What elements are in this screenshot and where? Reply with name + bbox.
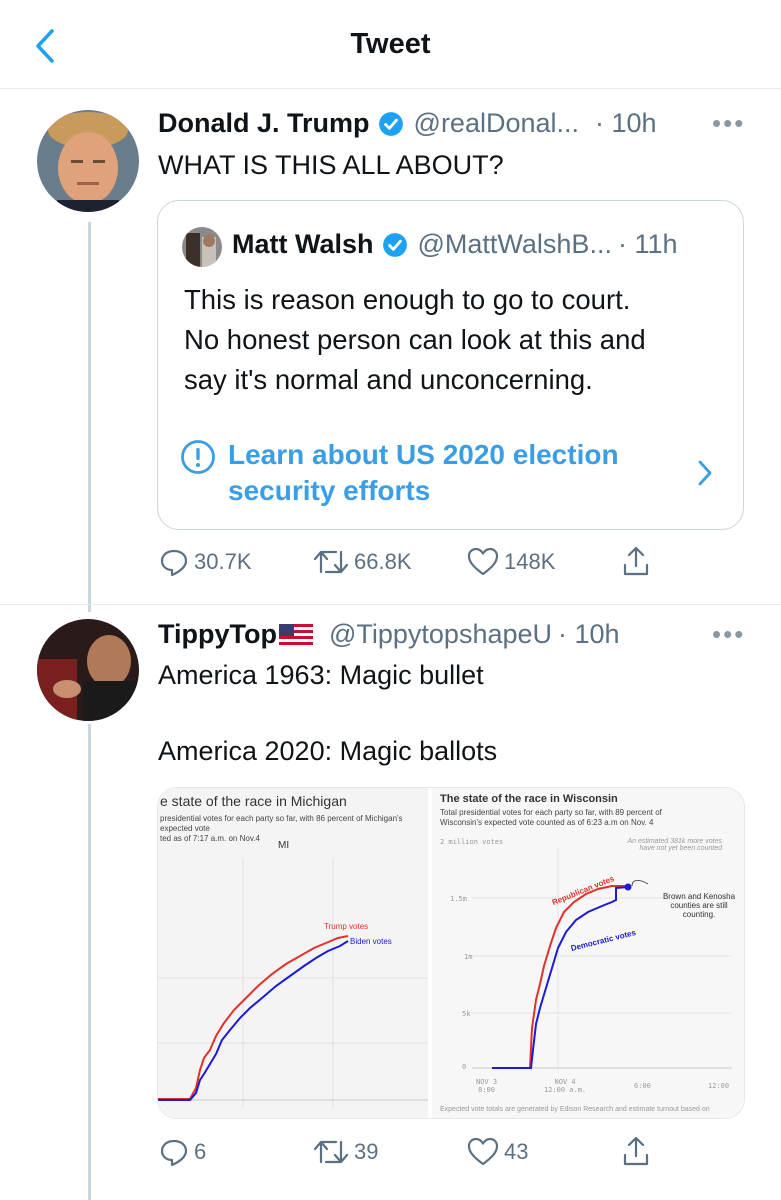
- tweet-header: Donald J. Trump @realDonal... · 10h: [158, 108, 657, 139]
- quoted-timestamp: · 11h: [617, 229, 678, 259]
- like-count: 148K: [504, 549, 556, 574]
- tweet-text: America 1963: Magic bullet America 2020:…: [158, 660, 498, 766]
- election-notice-link[interactable]: Learn about US 2020 election security ef…: [180, 437, 725, 509]
- share-icon: [623, 1136, 649, 1166]
- alert-circle-icon: [181, 440, 215, 474]
- reply-button[interactable]: 30.7K: [158, 546, 252, 578]
- reply-count: 30.7K: [194, 549, 252, 574]
- media-image[interactable]: e state of the race in Michigan presiden…: [157, 787, 745, 1119]
- heart-icon: [467, 547, 499, 576]
- reply-button[interactable]: 6: [158, 1136, 206, 1168]
- retweet-button[interactable]: 66.8K: [312, 546, 412, 578]
- like-count: 43: [504, 1139, 529, 1164]
- x-tick: 12:00: [708, 1082, 730, 1090]
- chevron-right-icon: [698, 460, 712, 486]
- tweet-text: WHAT IS THIS ALL ABOUT?: [158, 150, 504, 180]
- us-flag-icon: [278, 623, 313, 646]
- election-notice-text: Learn about US 2020 election security ef…: [228, 439, 619, 506]
- chart-michigan: e state of the race in Michigan presiden…: [158, 788, 428, 1118]
- timestamp[interactable]: · 10h: [558, 619, 620, 650]
- author-handle[interactable]: @realDonal...: [414, 108, 579, 139]
- share-button[interactable]: [620, 544, 656, 578]
- more-options-button[interactable]: •••: [712, 619, 745, 650]
- verified-badge-icon: [382, 232, 407, 257]
- michigan-plot: [158, 858, 428, 1108]
- retweet-icon: [313, 550, 349, 574]
- x-tick: 6:00: [634, 1082, 651, 1090]
- chart-footer: Expected vote totals are generated by Ed…: [440, 1106, 710, 1113]
- reply-icon: [160, 1139, 188, 1167]
- quoted-text: This is reason enough to go to court. No…: [184, 284, 646, 395]
- share-button[interactable]: [620, 1134, 656, 1168]
- tweet-header: TippyTop @TippytopshapeU · 10h: [158, 619, 620, 650]
- author-name[interactable]: TippyTop: [158, 619, 277, 650]
- thread-line: [88, 222, 91, 612]
- avatar[interactable]: [37, 110, 139, 212]
- more-options-button[interactable]: •••: [712, 108, 745, 139]
- like-button[interactable]: 148K: [466, 546, 555, 578]
- retweet-button[interactable]: 39: [312, 1136, 378, 1168]
- biden-votes-label: Biden votes: [350, 937, 392, 946]
- quoted-author-handle: @MattWalshB...: [417, 229, 612, 259]
- thread-line: [88, 724, 91, 1200]
- retweet-count: 66.8K: [354, 549, 412, 574]
- quoted-author-name: Matt Walsh: [232, 229, 374, 259]
- chart-wisconsin: The state of the race in Wisconsin Total…: [432, 788, 744, 1118]
- wisconsin-plot: [472, 848, 732, 1070]
- reply-count: 6: [194, 1139, 207, 1164]
- counties-annotation: Brown and Kenosha counties are still cou…: [662, 892, 736, 919]
- avatar[interactable]: [37, 619, 139, 721]
- page-title: Tweet: [350, 28, 431, 60]
- reply-icon: [160, 549, 188, 577]
- x-tick: NOV 3 8:00: [476, 1078, 498, 1094]
- verified-badge-icon: [378, 111, 403, 136]
- share-icon: [623, 546, 649, 576]
- retweet-count: 39: [354, 1139, 379, 1164]
- timestamp[interactable]: · 10h: [595, 108, 657, 139]
- heart-icon: [467, 1137, 499, 1166]
- like-button[interactable]: 43: [466, 1136, 528, 1168]
- quoted-avatar[interactable]: [182, 227, 222, 267]
- x-tick: NOV 4 12:00 a.m.: [544, 1078, 587, 1094]
- author-name[interactable]: Donald J. Trump: [158, 108, 370, 139]
- retweet-icon: [313, 1140, 349, 1164]
- top-bar: Tweet: [0, 0, 781, 89]
- trump-votes-label: Trump votes: [324, 922, 369, 931]
- author-handle[interactable]: @TippytopshapeU: [329, 619, 552, 650]
- divider: [0, 604, 781, 605]
- quoted-header: Matt Walsh @MattWalshB... · 11h: [232, 229, 678, 260]
